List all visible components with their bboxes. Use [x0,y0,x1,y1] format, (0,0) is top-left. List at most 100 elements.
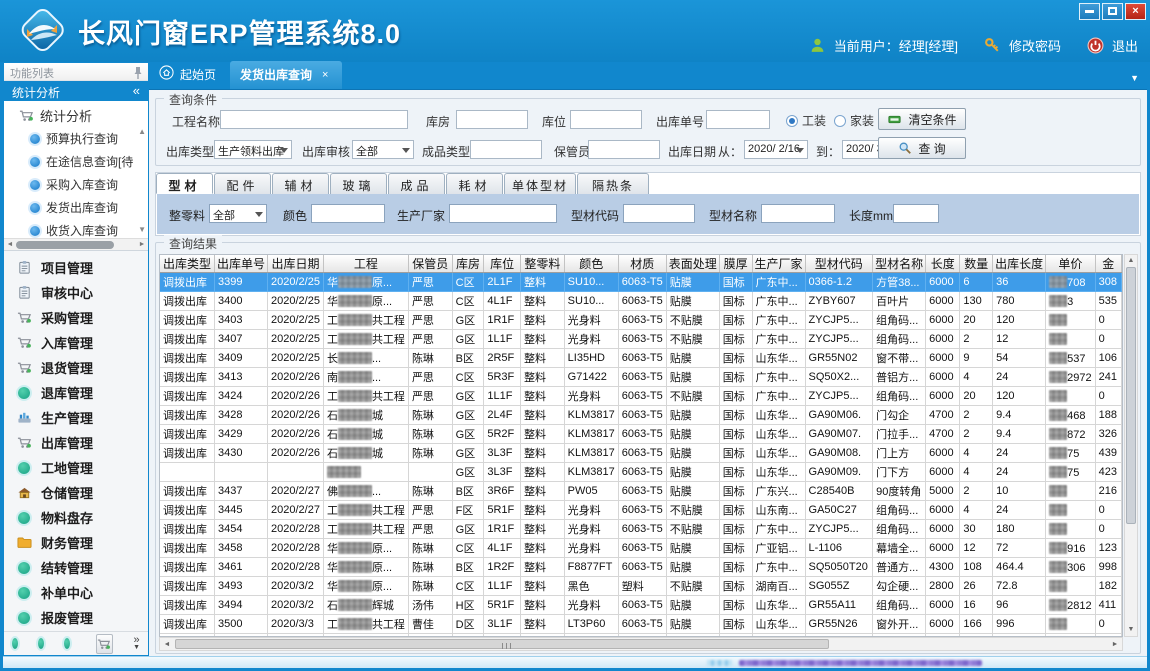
sidebar-item-审核中心[interactable]: 审核中心 [4,280,148,305]
table-row[interactable]: 调拨出库34242020/2/26工共工程严思G区1L1F整料光身料6063-T… [160,387,1122,406]
table-row[interactable]: 调拨出库33992020/2/25华原...严思C区2L1F整料SU10...6… [160,273,1122,292]
tree-root[interactable]: 统计分析 [4,101,148,127]
table-row[interactable]: 调拨出库34292020/2/26石城陈琳G区5R2F整料KLM38176063… [160,425,1122,444]
table-row[interactable]: 调拨出库34942020/3/2石辉城汤伟H区5R1F整料光身料6063-T5贴… [160,596,1122,615]
column-header[interactable]: 保管员 [408,255,452,273]
material-tab-成品[interactable]: 成品 [388,173,445,194]
tab-close-icon[interactable]: × [322,69,328,81]
collapse-icon[interactable]: « [133,83,140,98]
column-header[interactable]: 工程 [323,255,408,273]
profile-name-input[interactable] [761,204,835,223]
horizontal-scrollbar[interactable]: ◄ ► [159,637,1123,651]
color-input[interactable] [311,204,385,223]
sidebar-item-采购管理[interactable]: 采购管理 [4,305,148,330]
scroll-left-icon[interactable]: ◄ [160,641,174,648]
sidebar-item-补单中心[interactable]: 补单中心 [4,580,148,605]
column-header[interactable]: 数量 [960,255,993,273]
profile-code-input[interactable] [623,204,695,223]
column-header[interactable]: 金 [1095,255,1121,273]
table-row[interactable]: 调拨出库34092020/2/25长...陈琳B区2R5F整料LI35HD606… [160,349,1122,368]
table-row[interactable]: 调拨出库34452020/2/27工共工程严思F区5R1F整料光身料6063-T… [160,501,1122,520]
audit-select[interactable]: 全部 [352,140,414,159]
column-header[interactable]: 出库长度 [993,255,1046,273]
maximize-button[interactable] [1102,3,1123,20]
sidebar-item-出库管理[interactable]: 出库管理 [4,430,148,455]
location-input[interactable] [570,110,642,129]
dot-icon[interactable] [12,638,18,649]
column-header[interactable]: 出库日期 [268,255,324,273]
dot-icon[interactable] [38,638,44,649]
table-row[interactable]: 调拨出库34072020/2/25工共工程严思G区1L1F整料光身料6063-T… [160,330,1122,349]
material-tab-耗材[interactable]: 耗材 [446,173,503,194]
tabstrip-caret-icon[interactable]: ▼ [1130,73,1139,83]
column-header[interactable]: 膜厚 [719,255,752,273]
sidebar-item-退库管理[interactable]: 退库管理 [4,380,148,405]
scroll-right-icon[interactable]: ► [136,241,148,248]
material-tab-隔热条[interactable]: 隔热条 [577,173,649,194]
sidebar-section-header[interactable]: 统计分析 « [4,81,148,101]
sidebar-item-退货管理[interactable]: 退货管理 [4,355,148,380]
column-header[interactable]: 整零料 [520,255,564,273]
table-row[interactable]: G区3L3F整料KLM38176063-T5贴膜国标山东华...GA90M09.… [160,463,1122,482]
table-row[interactable]: 调拨出库34612020/2/28华原...陈琳B区1R2F整料F8877FT6… [160,558,1122,577]
tree-scroll-up-icon[interactable]: ▲ [138,127,146,136]
tree-item[interactable]: 采购入库查询 [4,173,148,196]
sidebar-item-物料盘存[interactable]: 物料盘存 [4,505,148,530]
table-row[interactable]: 调拨出库34372020/2/27佛...陈琳B区3R6F整料PW056063-… [160,482,1122,501]
scroll-right-icon[interactable]: ► [1108,641,1122,648]
tree-item[interactable]: 预算执行查询 [4,127,148,150]
radio-work-clothes[interactable]: 工装 [786,112,826,129]
table-row[interactable]: 调拨出库34282020/2/26石城陈琳G区2L4F整料KLM38176063… [160,406,1122,425]
minimize-button[interactable] [1079,3,1100,20]
table-row[interactable]: 调拨出库34302020/2/26石城陈琳G区3L3F整料KLM38176063… [160,444,1122,463]
table-row[interactable]: 调拨出库34002020/2/25华原...严思C区4L1F整料SU10...6… [160,292,1122,311]
dot-icon[interactable] [64,638,70,649]
column-header[interactable]: 出库类型 [160,255,214,273]
column-header[interactable]: 生产厂家 [752,255,805,273]
material-tab-辅材[interactable]: 辅材 [272,173,329,194]
sidebar-item-入库管理[interactable]: 入库管理 [4,330,148,355]
tree-item[interactable]: 在途信息查询[待 [4,150,148,173]
scrollbar-thumb[interactable] [16,241,114,249]
column-header[interactable]: 型材代码 [805,255,873,273]
table-row[interactable]: 调拨出库34542020/2/28工共工程严思G区1R1F整料光身料6063-T… [160,520,1122,539]
order-no-input[interactable] [706,110,770,129]
sidebar-item-报废管理[interactable]: 报废管理 [4,605,148,630]
more-icon[interactable]: » [133,636,139,644]
pin-icon[interactable] [133,66,143,79]
tab-home[interactable]: 起始页 [149,60,230,89]
scrollbar-thumb[interactable] [1126,267,1136,524]
table-row[interactable]: 调拨出库34932020/3/2华原...陈琳C区1L1F整料黑色塑料不贴膜国标… [160,577,1122,596]
length-input[interactable] [893,204,939,223]
change-password-link[interactable]: 修改密码 [1009,36,1061,55]
clear-conditions-button[interactable]: 清空条件 [878,108,966,130]
scrollbar-grip[interactable] [502,643,514,649]
tree-item[interactable]: 发货出库查询 [4,196,148,219]
scroll-down-icon[interactable]: ▼ [1128,624,1135,636]
scroll-left-icon[interactable]: ◄ [4,241,16,248]
tree-scroll-down-icon[interactable]: ▼ [138,225,146,234]
column-header[interactable]: 库房 [452,255,484,273]
material-tab-型材[interactable]: 型材 [156,173,213,194]
scrollbar-thumb[interactable] [175,639,829,649]
scroll-up-icon[interactable]: ▲ [1128,255,1135,267]
table-row[interactable]: 调拨出库34132020/2/26南...严思C区5R3F整料G71422606… [160,368,1122,387]
material-tab-配件[interactable]: 配件 [214,173,271,194]
keeper-input[interactable] [588,140,660,159]
sidebar-item-项目管理[interactable]: 项目管理 [4,255,148,280]
search-button[interactable]: 查 询 [878,137,966,159]
column-header[interactable]: 单价 [1046,255,1095,273]
radio-home-decoration[interactable]: 家装 [834,112,874,129]
close-button[interactable]: × [1125,3,1146,20]
column-header[interactable]: 材质 [618,255,666,273]
sidebar-item-工地管理[interactable]: 工地管理 [4,455,148,480]
column-header[interactable]: 库位 [484,255,521,273]
product-type-input[interactable] [470,140,542,159]
project-name-input[interactable] [220,110,408,129]
caret-down-icon[interactable]: ▼ [133,644,140,652]
sidebar-item-仓储管理[interactable]: 仓储管理 [4,480,148,505]
table-row[interactable]: 调拨出库35002020/3/3工共工程曹佳D区3L1F整料LT3P606063… [160,615,1122,634]
material-tab-玻璃[interactable]: 玻璃 [330,173,387,194]
vertical-scrollbar[interactable]: ▲ ▼ [1124,254,1138,637]
column-header[interactable]: 长度 [926,255,960,273]
